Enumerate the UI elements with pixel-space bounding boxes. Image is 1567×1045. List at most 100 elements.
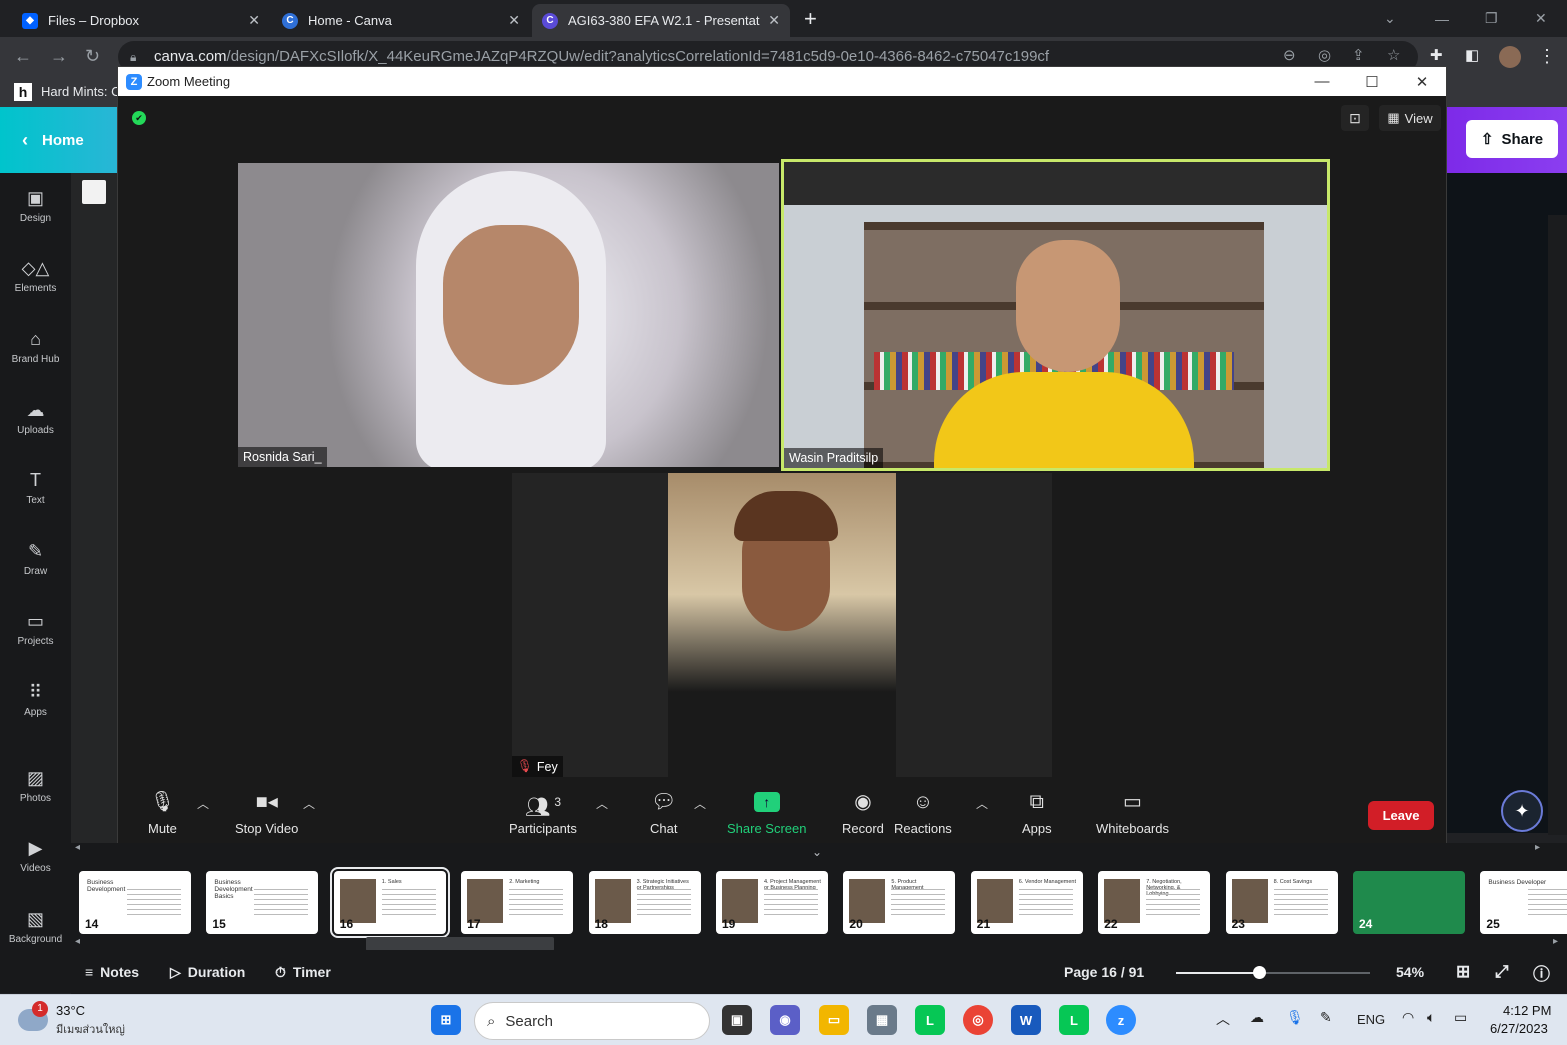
page-thumbnail[interactable]: 1. Sales 16	[329, 867, 450, 938]
task-view-icon[interactable]: ▣	[722, 1005, 752, 1035]
canva-share-button[interactable]: ⇧ Share	[1466, 120, 1558, 158]
close-icon[interactable]: ✕	[508, 12, 520, 29]
calculator-icon[interactable]: ▦	[867, 1005, 897, 1035]
bookmark-star-icon[interactable]: ☆	[1387, 46, 1400, 64]
page-thumbnail[interactable]: Business Development Basics 15	[206, 871, 319, 934]
back-arrow-icon[interactable]: ←	[14, 46, 32, 67]
tab-canva-home[interactable]: C Home - Canva ✕	[272, 4, 530, 37]
page-thumbnail[interactable]: 7. Negotiation, Networking, & Lobbying22	[1098, 871, 1211, 934]
reload-icon[interactable]: ↻	[85, 46, 100, 67]
scroll-left-icon[interactable]: ◂	[75, 842, 80, 853]
page-thumbnail[interactable]: Business Developer 25	[1480, 871, 1567, 934]
tab-search-chevron-icon[interactable]: ⌄	[1384, 0, 1396, 37]
clock-time[interactable]: 4:12 PM	[1503, 1003, 1551, 1018]
page-thumbnail[interactable]: 5. Product Management 20	[843, 871, 956, 934]
new-tab-button[interactable]: +	[804, 6, 817, 32]
scroll-right-icon[interactable]: ▸	[1553, 936, 1558, 947]
battery-icon[interactable]: ▭	[1454, 1009, 1467, 1026]
sidebar-item-background[interactable]: ▧ Background	[0, 894, 71, 960]
fullscreen-icon[interactable]: ⤢	[1495, 950, 1509, 994]
reactions-button[interactable]: ☺ Reactions	[894, 789, 952, 836]
sidebar-item-uploads[interactable]: ☁ Uploads	[0, 385, 71, 451]
restore-icon[interactable]: ❐	[1485, 0, 1498, 37]
encryption-shield-icon[interactable]: ✔	[132, 111, 146, 125]
close-window-icon[interactable]: ✕	[1535, 0, 1547, 37]
thumbnail-scrollbar[interactable]	[366, 937, 554, 951]
camera-lock-icon[interactable]: ⊡	[1341, 105, 1369, 131]
close-icon[interactable]: ✕	[768, 12, 780, 29]
sidebar-item-projects[interactable]: ▭ Projects	[0, 596, 71, 662]
chevron-up-icon[interactable]: ︿	[694, 795, 706, 812]
collapse-chevron-icon[interactable]: ⌄	[812, 845, 822, 859]
share-icon[interactable]: ⇪	[1352, 46, 1365, 64]
whiteboards-button[interactable]: ▭ Whiteboards	[1096, 789, 1169, 836]
magic-sparkle-button[interactable]: ✦	[1501, 790, 1543, 832]
minimize-icon[interactable]: —	[1435, 0, 1449, 37]
volume-icon[interactable]: 🔈︎	[1427, 1009, 1435, 1026]
zoom-level[interactable]: 54%	[1396, 950, 1424, 994]
duration-button[interactable]: ▷ Duration	[170, 950, 245, 994]
notes-button[interactable]: ≡ Notes	[85, 950, 139, 994]
profile-avatar[interactable]	[1499, 46, 1521, 68]
close-icon[interactable]: ✕	[248, 12, 260, 29]
page-color-swatch[interactable]	[82, 180, 106, 204]
forward-arrow-icon[interactable]: →	[50, 46, 68, 67]
line-icon[interactable]: L	[915, 1005, 945, 1035]
scroll-left-icon[interactable]: ◂	[75, 936, 80, 947]
chat-button[interactable]: 💬︎ Chat	[650, 789, 677, 836]
kebab-menu-icon[interactable]: ⋮	[1538, 46, 1556, 67]
scroll-right-icon[interactable]: ▸	[1535, 842, 1540, 853]
canva-home-button[interactable]: ‹ Home	[0, 107, 118, 173]
sidebar-item-brand-hub[interactable]: ⌂ Brand Hub	[0, 314, 71, 380]
pen-icon[interactable]: ✎	[1320, 1009, 1332, 1026]
taskbar-search-input[interactable]: ⌕ Search	[474, 1002, 710, 1040]
timer-button[interactable]: ⏱ Timer	[275, 950, 331, 994]
chevron-up-icon[interactable]: ︿	[596, 795, 608, 812]
tab-dropbox[interactable]: ◆ Files – Dropbox ✕	[12, 4, 270, 37]
view-button[interactable]: ▦ View	[1379, 105, 1441, 131]
sidebar-item-videos[interactable]: ▶ Videos	[0, 823, 71, 889]
side-panel-icon[interactable]: ◧	[1465, 46, 1479, 64]
apps-button[interactable]: ⧉ Apps	[1022, 789, 1052, 836]
participants-button[interactable]: 👥︎ 3 Participants	[509, 789, 577, 836]
clock-date[interactable]: 6/27/2023	[1490, 1021, 1548, 1036]
record-button[interactable]: ◉ Record	[842, 789, 884, 836]
chevron-up-icon[interactable]: ︿	[303, 795, 315, 812]
zoom-close-icon[interactable]: ✕	[1399, 67, 1445, 96]
mute-button[interactable]: 🎙︎ Mute	[148, 789, 177, 836]
sidebar-item-photos[interactable]: ▨ Photos	[0, 753, 71, 819]
onedrive-cloud-icon[interactable]: ☁	[1250, 1009, 1264, 1026]
video-tile-fey[interactable]: 🎙︎ Fey	[512, 473, 1052, 777]
page-thumbnail[interactable]: 6. Vendor Management 21	[970, 871, 1083, 934]
bookmark-item[interactable]: Hard Mints: C	[41, 84, 120, 99]
page-indicator[interactable]: Page 16 / 91	[1064, 950, 1144, 994]
page-thumbnail[interactable]: 3. Strategic Initiatives or Partnerships…	[588, 871, 701, 934]
share-screen-button[interactable]: ↑ Share Screen	[727, 789, 807, 836]
page-thumbnail[interactable]: 24	[1353, 871, 1465, 934]
tab-presentation[interactable]: C AGI63-380 EFA W2.1 - Presentation ✕	[532, 4, 790, 37]
sidebar-item-text[interactable]: T Text	[0, 455, 71, 521]
page-thumbnail[interactable]: 2. Marketing 17	[461, 871, 574, 934]
line-icon[interactable]: L	[1059, 1005, 1089, 1035]
video-tile-wasin[interactable]: Wasin Praditsilp	[781, 159, 1330, 471]
chevron-up-icon[interactable]: ︿	[976, 795, 988, 812]
sidebar-item-design[interactable]: ▣ Design	[0, 173, 71, 239]
leave-button[interactable]: Leave	[1368, 801, 1434, 830]
sidebar-item-elements[interactable]: ◇△ Elements	[0, 243, 71, 309]
chevron-up-icon[interactable]: ︿	[1216, 1009, 1230, 1029]
chrome-icon[interactable]: ◎	[963, 1005, 993, 1035]
teams-chat-icon[interactable]: ◉	[770, 1005, 800, 1035]
chevron-up-icon[interactable]: ︿	[197, 795, 209, 812]
weather-temp[interactable]: 33°C	[56, 1003, 85, 1018]
zoom-app-icon[interactable]: z	[1106, 1005, 1136, 1035]
sidebar-item-draw[interactable]: ✎ Draw	[0, 526, 71, 592]
zoom-maximize-icon[interactable]: ☐	[1349, 67, 1395, 96]
page-thumbnail[interactable]: 8. Cost Savings 23	[1225, 871, 1338, 934]
windows-start-icon[interactable]: ⊞	[431, 1005, 461, 1035]
extensions-icon[interactable]: ✚	[1430, 46, 1443, 64]
word-icon[interactable]: W	[1011, 1005, 1041, 1035]
grid-view-icon[interactable]: ⊞	[1456, 950, 1470, 994]
zoom-minimize-icon[interactable]: —	[1299, 67, 1345, 96]
sidebar-item-apps[interactable]: ⠿ Apps	[0, 667, 71, 733]
help-icon[interactable]: ⓘ	[1533, 950, 1550, 994]
